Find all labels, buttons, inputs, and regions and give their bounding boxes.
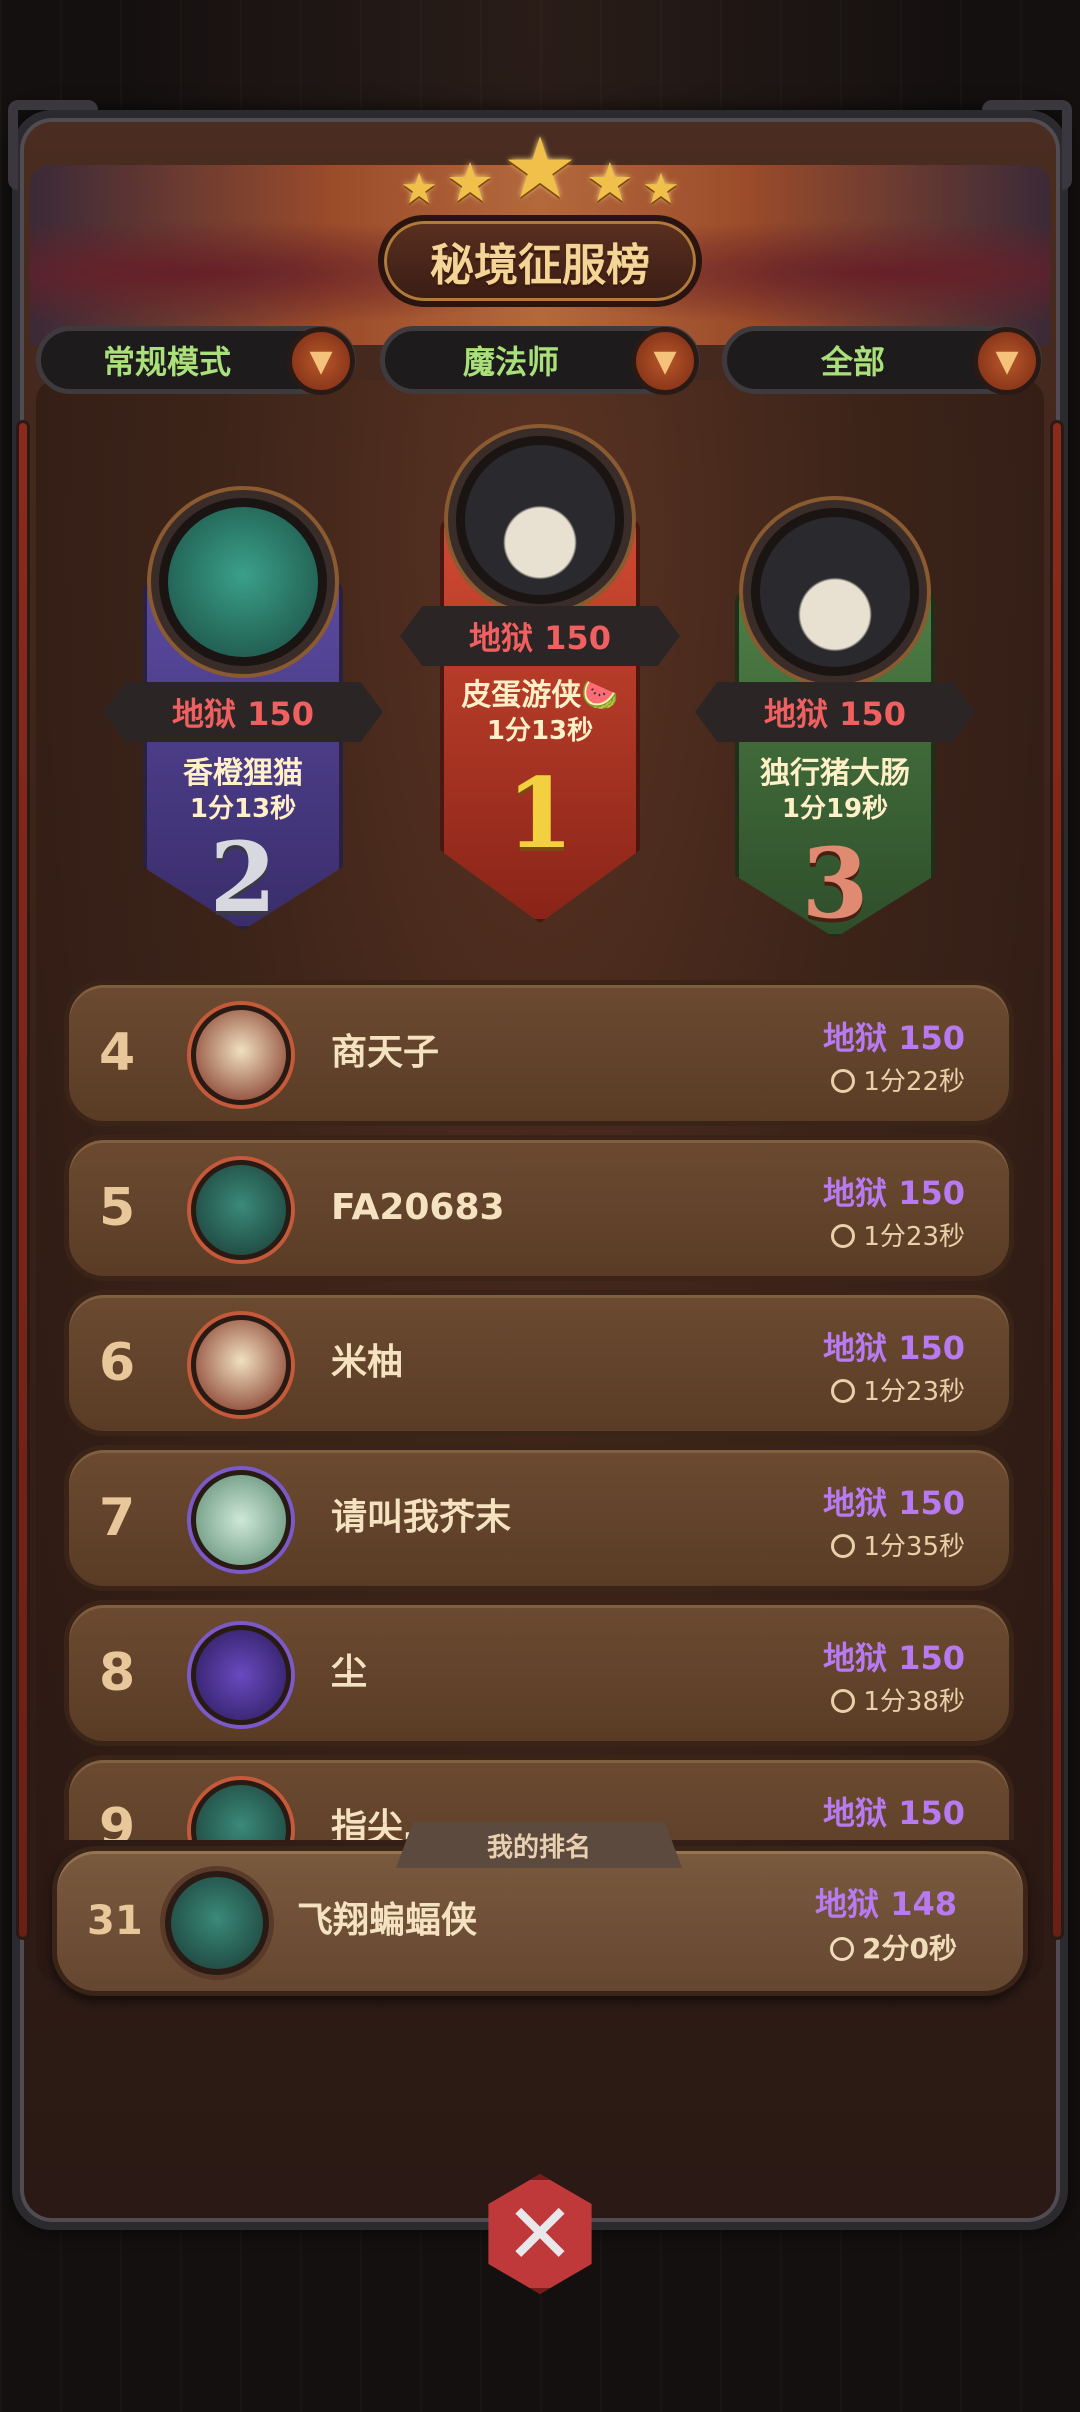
row-player-name: 商天子 (331, 1032, 440, 1073)
row-rank: 8 (99, 1643, 136, 1703)
clock-icon (831, 1069, 856, 1093)
clock-icon (831, 1224, 856, 1248)
avatar (151, 490, 335, 674)
row-player-name: 米柚 (331, 1342, 404, 1383)
my-rank-number: 31 (87, 1898, 143, 1944)
my-player-name: 飞翔蝙蝠侠 (297, 1900, 478, 1941)
rank-number: 2 (209, 821, 277, 934)
clock-icon (831, 1689, 856, 1713)
rank-number: 1 (506, 757, 574, 870)
player-name: 独行猪大肠 (760, 756, 910, 791)
filter-mode-dropdown[interactable]: 常规模式 ▼ (36, 326, 356, 395)
row-time: 1分38秒 (831, 1681, 965, 1718)
podium-second[interactable]: 地狱 150 香橙狸猫 1分13秒 2 (103, 490, 383, 940)
chevron-down-icon[interactable]: ▼ (631, 327, 699, 395)
star-icon: ★ (585, 151, 635, 214)
row-time: 1分35秒 (831, 1526, 965, 1563)
filter-class-dropdown[interactable]: 魔法师 ▼ (380, 326, 700, 395)
ranking-list: 4 商天子 地狱 150 1分22秒 5 FA20683 地狱 150 1分23… (64, 980, 1014, 1840)
clear-time: 1分13秒 (486, 716, 594, 746)
rank-number: 3 (801, 827, 869, 940)
row-rank: 7 (99, 1488, 136, 1548)
my-rank-label: 我的排名 (486, 1832, 591, 1863)
row-time: 1分23秒 (831, 1216, 965, 1253)
avatar (448, 428, 632, 612)
score-ribbon: 地狱 150 (695, 682, 975, 742)
row-rank: 9 (99, 1798, 136, 1840)
row-score: 地狱 150 (823, 1794, 965, 1832)
avatar (191, 1780, 291, 1840)
ranking-row[interactable]: 8 尘 地狱 150 1分38秒 (64, 1600, 1014, 1746)
close-button[interactable]: ✕ (474, 2168, 606, 2300)
star-icon: ★ (502, 119, 578, 217)
row-time: 1分22秒 (831, 1061, 965, 1098)
avatar (191, 1625, 291, 1725)
filter-bar: 常规模式 ▼ 魔法师 ▼ 全部 ▼ (36, 326, 1046, 396)
my-time: 2分0秒 (830, 1927, 957, 1967)
avatar (191, 1470, 291, 1570)
ranking-row[interactable]: 6 米柚 地狱 150 1分23秒 (64, 1290, 1014, 1436)
chevron-down-icon[interactable]: ▼ (287, 327, 355, 395)
clock-icon (831, 1379, 856, 1403)
star-icon: ★ (445, 151, 495, 214)
ranking-row[interactable]: 7 请叫我芥末 地狱 150 1分35秒 (64, 1445, 1014, 1591)
clear-time: 1分13秒 (189, 794, 297, 824)
row-rank: 4 (99, 1023, 136, 1083)
avatar (191, 1315, 291, 1415)
ranking-row[interactable]: 5 FA20683 地狱 150 1分23秒 (64, 1135, 1014, 1281)
podium-third[interactable]: 地狱 150 独行猪大肠 1分19秒 3 (695, 500, 975, 950)
my-rank-tab: 我的排名 (396, 1822, 682, 1868)
avatar (191, 1005, 291, 1105)
hooded-mage-avatar-icon (760, 517, 910, 667)
close-icon: ✕ (504, 2185, 576, 2283)
row-score: 地狱 150 (823, 1329, 965, 1367)
row-rank: 6 (99, 1333, 136, 1393)
left-side-bar (16, 420, 30, 1940)
score-ribbon: 地狱 150 (400, 606, 680, 666)
podium-first[interactable]: 地狱 150 皮蛋游侠🍉 1分13秒 1 (400, 428, 680, 928)
row-player-name: 尘 (331, 1652, 368, 1693)
row-score: 地狱 150 (823, 1484, 965, 1522)
star-icon: ★ (642, 164, 680, 213)
avatar (191, 1160, 291, 1260)
title-plate: 秘境征服榜 (378, 215, 702, 307)
row-score: 地狱 150 (823, 1639, 965, 1677)
page-title: 秘境征服榜 (430, 240, 650, 291)
score-ribbon: 地狱 150 (103, 682, 383, 742)
row-player-name: FA20683 (331, 1187, 505, 1228)
clear-time: 1分19秒 (781, 794, 889, 824)
filter-scope-dropdown[interactable]: 全部 ▼ (722, 326, 1042, 395)
avatar (165, 1871, 269, 1975)
row-rank: 5 (99, 1178, 136, 1238)
row-time: 1分23秒 (831, 1371, 965, 1408)
row-score: 地狱 150 (823, 1019, 965, 1057)
right-side-bar (1050, 420, 1064, 1940)
row-score: 地狱 150 (823, 1174, 965, 1212)
player-name: 皮蛋游侠🍉 (461, 678, 619, 713)
hexagon-background: ✕ (488, 2174, 592, 2294)
my-rank-row[interactable]: 31 飞翔蝙蝠侠 地狱 148 2分0秒 (52, 1846, 1028, 1996)
clock-icon (831, 1534, 856, 1558)
dragon-avatar-icon (168, 507, 318, 657)
player-name: 香橙狸猫 (183, 756, 303, 791)
star-rating: ★ ★ ★ ★ ★ (390, 126, 690, 214)
avatar (743, 500, 927, 684)
row-player-name: 请叫我芥末 (331, 1497, 512, 1538)
my-score: 地狱 148 (815, 1885, 957, 1923)
chevron-down-icon[interactable]: ▼ (973, 327, 1041, 395)
star-icon: ★ (400, 164, 438, 213)
ranking-row[interactable]: 4 商天子 地狱 150 1分22秒 (64, 980, 1014, 1126)
clock-icon (830, 1937, 855, 1961)
hooded-mage-avatar-icon (465, 445, 615, 595)
